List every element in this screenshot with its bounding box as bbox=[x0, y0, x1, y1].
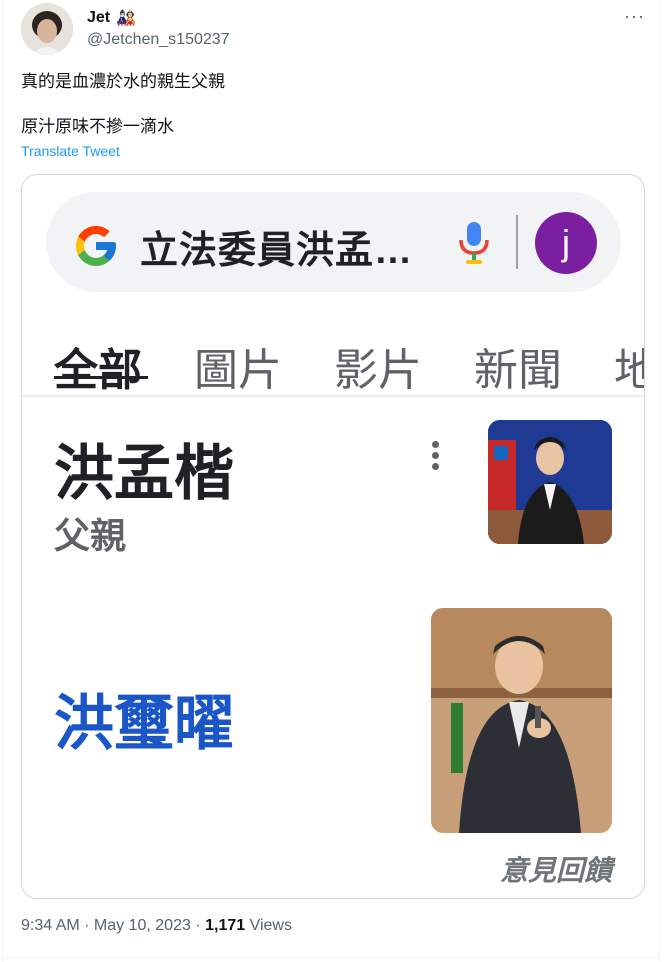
search-query-text[interactable]: 立法委員洪孟… bbox=[140, 219, 413, 274]
author-name-row[interactable]: Jet 🎎 bbox=[87, 8, 136, 28]
account-avatar-button[interactable]: j bbox=[535, 212, 597, 274]
tab-images[interactable]: 圖片 bbox=[194, 334, 282, 398]
tweet-text-line-2: 原汁原味不摻一滴水 bbox=[21, 117, 174, 136]
views-count: 1,171 bbox=[205, 917, 246, 934]
result-name-son[interactable]: 洪璽曜 bbox=[54, 675, 234, 762]
tabs-divider bbox=[22, 395, 644, 397]
tab-news[interactable]: 新聞 bbox=[474, 334, 562, 398]
tab-all[interactable]: 全部 bbox=[54, 334, 142, 398]
author-handle[interactable]: @Jetchen_s150237 bbox=[87, 31, 230, 49]
avatar[interactable] bbox=[21, 3, 73, 55]
translate-tweet-link[interactable]: Translate Tweet bbox=[21, 143, 120, 159]
result-name-father[interactable]: 洪孟楷 bbox=[54, 425, 234, 512]
tweet-media-card[interactable]: 立法委員洪孟… j 全部 圖片 影片 新聞 地 洪孟楷 父親 bbox=[21, 174, 645, 899]
feedback-link[interactable]: 意見回饋 bbox=[500, 849, 612, 889]
bottom-divider bbox=[2, 957, 660, 958]
tweet-text-line-1: 真的是血濃於水的親生父親 bbox=[21, 72, 225, 91]
tweet-meta: 9:34 AM · May 10, 2023 · 1,171 Views bbox=[21, 917, 292, 935]
result-relation-label: 父親 bbox=[54, 515, 127, 556]
tab-maps[interactable]: 地 bbox=[614, 334, 644, 398]
tab-videos[interactable]: 影片 bbox=[334, 334, 422, 398]
tweet-date[interactable]: May 10, 2023 bbox=[94, 917, 191, 934]
microphone-icon[interactable] bbox=[456, 220, 492, 266]
more-vert-icon[interactable] bbox=[430, 441, 440, 471]
tweet-time[interactable]: 9:34 AM bbox=[21, 917, 80, 934]
meta-separator: · bbox=[79, 917, 94, 934]
result-photo-father[interactable] bbox=[488, 420, 612, 544]
search-tabs: 全部 圖片 影片 新聞 地 bbox=[22, 330, 644, 398]
meta-separator: · bbox=[190, 917, 206, 934]
search-divider bbox=[516, 215, 518, 269]
author-name[interactable]: Jet bbox=[87, 9, 110, 27]
views-label: Views bbox=[245, 917, 292, 934]
active-tab-indicator bbox=[54, 376, 148, 379]
google-logo-icon bbox=[76, 226, 116, 266]
author-emoji: 🎎 bbox=[116, 10, 137, 27]
result-photo-son[interactable] bbox=[431, 608, 612, 833]
more-options-button[interactable]: ··· bbox=[624, 6, 645, 27]
